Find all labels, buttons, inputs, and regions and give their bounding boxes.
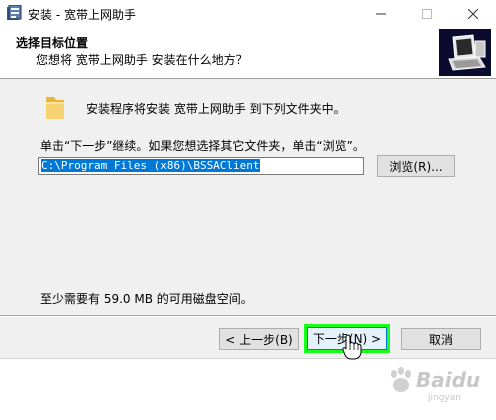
install-path-value: C:\Program Files (x86)\BSSAClient: [41, 159, 260, 172]
page-subtitle: 您想将 宽带上网助手 安装在什么地方？: [36, 53, 248, 67]
close-button[interactable]: [450, 0, 496, 28]
back-button[interactable]: < 上一步(B): [219, 328, 299, 350]
wizard-header: 选择目标位置 您想将 宽带上网助手 安装在什么地方？: [0, 28, 496, 79]
disk-space-text: 至少需要有 59.0 MB 的可用磁盘空间。: [40, 292, 253, 306]
title-bar[interactable]: 安装 - 宽带上网助手: [0, 0, 496, 28]
installer-computer-icon: [439, 29, 491, 76]
intro-text: 安装程序将安装 宽带上网助手 到下列文件夹中。: [86, 102, 346, 116]
instruction-text: 单击“下一步”继续。如果您想选择其它文件夹，单击“浏览”。: [40, 139, 365, 153]
baidu-watermark: Baidu jingyan: [388, 360, 488, 408]
paw-icon: [391, 367, 411, 392]
close-icon: [468, 9, 478, 19]
minimize-button[interactable]: [358, 0, 404, 28]
footer-divider: [0, 315, 496, 317]
install-path-input[interactable]: C:\Program Files (x86)\BSSAClient: [38, 157, 364, 175]
cancel-button[interactable]: 取消: [401, 328, 481, 350]
maximize-icon: [422, 9, 432, 19]
window-title: 安装 - 宽带上网助手: [28, 8, 136, 22]
installer-app-icon: [7, 5, 22, 20]
watermark-subtext: jingyan: [428, 393, 461, 403]
browse-button[interactable]: 浏览(R)...: [377, 155, 455, 177]
maximize-button[interactable]: [404, 0, 450, 28]
minimize-icon: [376, 13, 386, 15]
page-title: 选择目标位置: [16, 36, 89, 50]
watermark-text: Baidu: [416, 368, 481, 392]
folder-icon: [46, 97, 64, 119]
hand-cursor-icon: [342, 334, 362, 360]
installer-window: 安装 - 宽带上网助手 选择目标位置 您想将 宽带上网助手 安装在什么地方？ 安…: [0, 0, 496, 360]
